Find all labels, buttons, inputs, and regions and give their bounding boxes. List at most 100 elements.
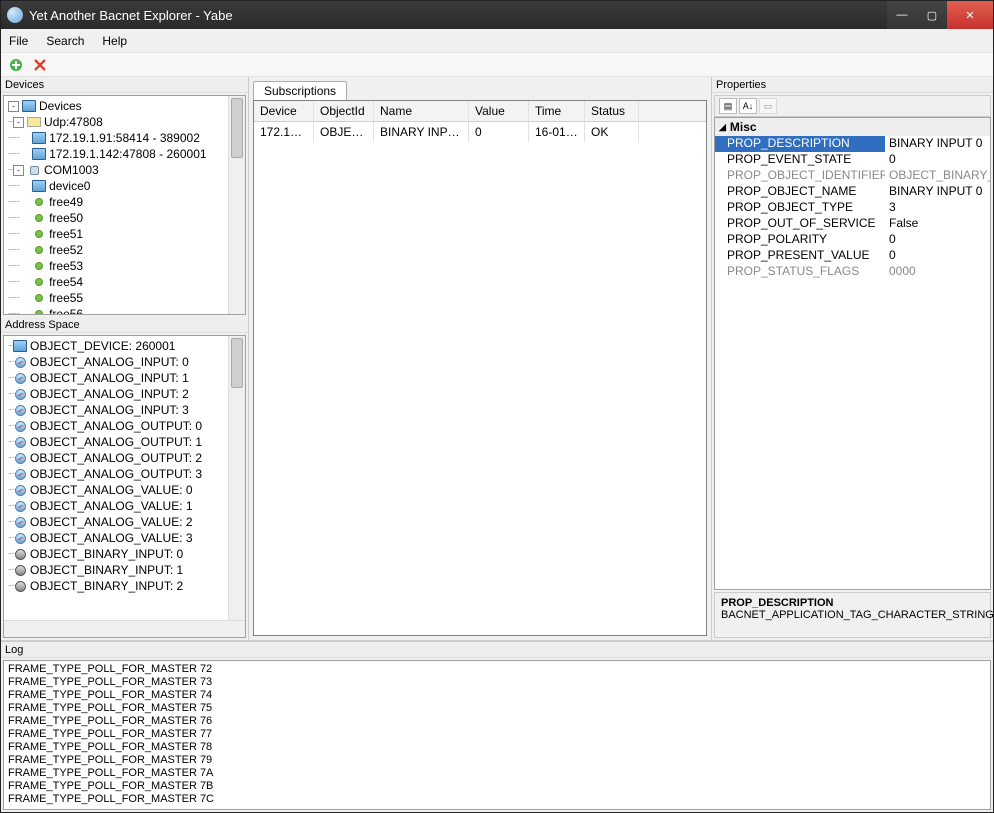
analog-icon bbox=[15, 485, 26, 496]
window-title: Yet Another Bacnet Explorer - Yabe bbox=[29, 8, 887, 23]
tree-item[interactable]: ┈OBJECT_ANALOG_OUTPUT: 2 bbox=[8, 450, 243, 466]
devices-icon bbox=[22, 100, 36, 112]
tree-item[interactable]: ┈OBJECT_ANALOG_VALUE: 2 bbox=[8, 514, 243, 530]
tree-item[interactable]: ┈OBJECT_ANALOG_INPUT: 1 bbox=[8, 370, 243, 386]
property-row[interactable]: PROP_OBJECT_NAMEBINARY INPUT 0 bbox=[715, 184, 990, 200]
tree-item[interactable]: ┈OBJECT_ANALOG_VALUE: 1 bbox=[8, 498, 243, 514]
analog-icon bbox=[15, 373, 26, 384]
tree-item[interactable]: ┈┈free51 bbox=[8, 226, 243, 242]
expander-icon[interactable]: - bbox=[13, 117, 24, 128]
property-row[interactable]: PROP_OUT_OF_SERVICEFalse bbox=[715, 216, 990, 232]
property-grid[interactable]: ◢Misc PROP_DESCRIPTIONBINARY INPUT 0PROP… bbox=[714, 117, 991, 590]
tree-item[interactable]: ┈OBJECT_ANALOG_INPUT: 3 bbox=[8, 402, 243, 418]
scrollbar[interactable] bbox=[228, 96, 245, 314]
col-objectid[interactable]: ObjectId bbox=[314, 101, 374, 121]
log-line: FRAME_TYPE_POLL_FOR_MASTER 7B bbox=[8, 780, 986, 793]
analog-icon bbox=[15, 453, 26, 464]
tree-item[interactable]: ┈OBJECT_BINARY_INPUT: 2 bbox=[8, 578, 243, 594]
col-time[interactable]: Time bbox=[529, 101, 585, 121]
propbtn-3[interactable]: ▭ bbox=[759, 98, 777, 114]
col-status[interactable]: Status bbox=[585, 101, 639, 121]
tree-item[interactable]: ┈┈172.19.1.91:58414 - 389002 bbox=[8, 130, 243, 146]
table-row[interactable]: 172.19.1…OBJEC…BINARY INPU…016-01-2…OK bbox=[254, 122, 706, 142]
maximize-button[interactable]: ▢ bbox=[917, 1, 947, 29]
prop-category[interactable]: ◢Misc bbox=[715, 118, 990, 136]
free-icon bbox=[35, 278, 43, 286]
tree-item[interactable]: ┈OBJECT_ANALOG_INPUT: 0 bbox=[8, 354, 243, 370]
collapse-icon[interactable]: ◢ bbox=[719, 122, 726, 133]
log-line: FRAME_TYPE_POLL_FOR_MASTER 75 bbox=[8, 702, 986, 715]
devices-tree[interactable]: -Devices┈-Udp:47808┈┈172.19.1.91:58414 -… bbox=[3, 95, 246, 315]
tree-item[interactable]: ┈OBJECT_ANALOG_OUTPUT: 0 bbox=[8, 418, 243, 434]
log-header: Log bbox=[1, 642, 993, 658]
menu-search[interactable]: Search bbox=[46, 34, 84, 48]
free-icon bbox=[35, 262, 43, 270]
tree-item[interactable]: ┈┈free50 bbox=[8, 210, 243, 226]
binary-icon bbox=[15, 549, 26, 560]
tree-item[interactable]: ┈-Udp:47808 bbox=[8, 114, 243, 130]
device-icon bbox=[32, 132, 46, 144]
free-icon bbox=[35, 310, 43, 315]
tree-item[interactable]: ┈┈free52 bbox=[8, 242, 243, 258]
device-icon bbox=[32, 148, 46, 160]
tree-item[interactable]: ┈┈device0 bbox=[8, 178, 243, 194]
menu-file[interactable]: File bbox=[9, 34, 28, 48]
minimize-button[interactable]: — bbox=[887, 1, 917, 29]
log-line: FRAME_TYPE_POLL_FOR_MASTER 77 bbox=[8, 728, 986, 741]
device-icon bbox=[13, 340, 27, 352]
network-icon bbox=[27, 117, 41, 127]
log-output[interactable]: FRAME_TYPE_POLL_FOR_MASTER 72FRAME_TYPE_… bbox=[3, 660, 991, 810]
tree-item[interactable]: ┈OBJECT_ANALOG_OUTPUT: 3 bbox=[8, 466, 243, 482]
expander-icon[interactable]: - bbox=[8, 101, 19, 112]
devices-header: Devices bbox=[1, 77, 248, 93]
property-row[interactable]: PROP_OBJECT_IDENTIFIEROBJECT_BINARY_I bbox=[715, 168, 990, 184]
tree-item[interactable]: ┈OBJECT_ANALOG_VALUE: 0 bbox=[8, 482, 243, 498]
property-row[interactable]: PROP_OBJECT_TYPE3 bbox=[715, 200, 990, 216]
property-description: PROP_DESCRIPTION BACNET_APPLICATION_TAG_… bbox=[714, 592, 991, 638]
tree-item[interactable]: ┈┈172.19.1.142:47808 - 260001 bbox=[8, 146, 243, 162]
property-row[interactable]: PROP_STATUS_FLAGS0000 bbox=[715, 264, 990, 280]
tree-item[interactable]: ┈┈free54 bbox=[8, 274, 243, 290]
expander-icon[interactable]: - bbox=[13, 165, 24, 176]
tree-item[interactable]: -Devices bbox=[8, 98, 243, 114]
close-button[interactable]: ✕ bbox=[947, 1, 993, 29]
col-name[interactable]: Name bbox=[374, 101, 469, 121]
tree-item[interactable]: ┈┈free56 bbox=[8, 306, 243, 315]
free-icon bbox=[35, 214, 43, 222]
tree-item[interactable]: ┈OBJECT_DEVICE: 260001 bbox=[8, 338, 243, 354]
tree-item[interactable]: ┈┈free55 bbox=[8, 290, 243, 306]
analog-icon bbox=[15, 421, 26, 432]
scrollbar[interactable] bbox=[228, 336, 245, 637]
free-icon bbox=[35, 230, 43, 238]
tree-item[interactable]: ┈┈free49 bbox=[8, 194, 243, 210]
add-button[interactable] bbox=[7, 56, 25, 74]
analog-icon bbox=[15, 517, 26, 528]
property-row[interactable]: PROP_POLARITY0 bbox=[715, 232, 990, 248]
tree-item[interactable]: ┈OBJECT_ANALOG_VALUE: 3 bbox=[8, 530, 243, 546]
analog-icon bbox=[15, 357, 26, 368]
menu-help[interactable]: Help bbox=[102, 34, 127, 48]
tree-item[interactable]: ┈-COM1003 bbox=[8, 162, 243, 178]
free-icon bbox=[35, 198, 43, 206]
tab-subscriptions[interactable]: Subscriptions bbox=[253, 81, 347, 100]
log-line: FRAME_TYPE_POLL_FOR_MASTER 78 bbox=[8, 741, 986, 754]
categorize-button[interactable]: ▤ bbox=[719, 98, 737, 114]
address-tree[interactable]: ┈OBJECT_DEVICE: 260001┈OBJECT_ANALOG_INP… bbox=[3, 335, 246, 638]
delete-button[interactable] bbox=[31, 56, 49, 74]
titlebar[interactable]: Yet Another Bacnet Explorer - Yabe — ▢ ✕ bbox=[1, 1, 993, 29]
tree-item[interactable]: ┈┈free53 bbox=[8, 258, 243, 274]
tree-item[interactable]: ┈OBJECT_ANALOG_INPUT: 2 bbox=[8, 386, 243, 402]
analog-icon bbox=[15, 501, 26, 512]
property-row[interactable]: PROP_EVENT_STATE0 bbox=[715, 152, 990, 168]
tree-item[interactable]: ┈OBJECT_ANALOG_OUTPUT: 1 bbox=[8, 434, 243, 450]
subscriptions-grid[interactable]: Device ObjectId Name Value Time Status 1… bbox=[253, 100, 707, 636]
sort-button[interactable]: A↓ bbox=[739, 98, 757, 114]
h-scrollbar[interactable] bbox=[4, 620, 245, 637]
col-value[interactable]: Value bbox=[469, 101, 529, 121]
tree-item[interactable]: ┈OBJECT_BINARY_INPUT: 1 bbox=[8, 562, 243, 578]
binary-icon bbox=[15, 565, 26, 576]
property-row[interactable]: PROP_PRESENT_VALUE0 bbox=[715, 248, 990, 264]
col-device[interactable]: Device bbox=[254, 101, 314, 121]
tree-item[interactable]: ┈OBJECT_BINARY_INPUT: 0 bbox=[8, 546, 243, 562]
property-row[interactable]: PROP_DESCRIPTIONBINARY INPUT 0 bbox=[715, 136, 990, 152]
